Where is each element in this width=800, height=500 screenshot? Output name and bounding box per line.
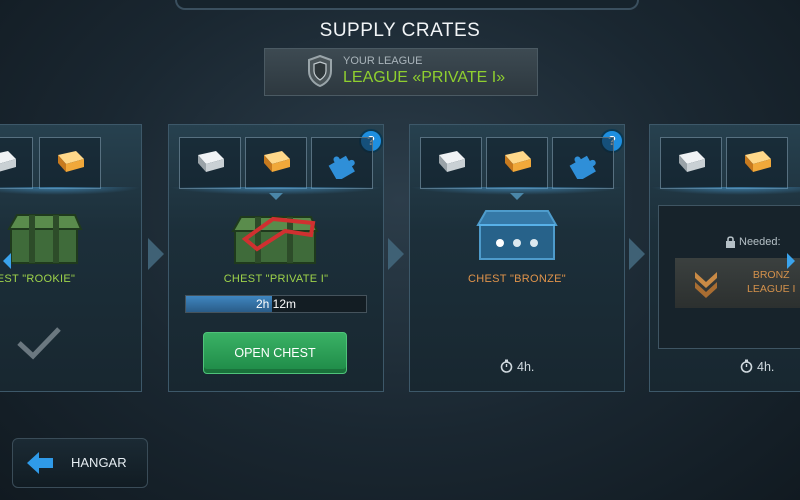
league-caption: YOUR LEAGUE — [343, 55, 423, 67]
league-badge: YOUR LEAGUE LEAGUE «PRIVATE I» — [264, 48, 538, 96]
unlock-duration: 4h. — [740, 359, 774, 374]
silver-ingot-icon — [679, 151, 705, 172]
duration-text: 4h. — [757, 360, 775, 374]
checkmark-icon — [17, 327, 61, 360]
progression-arrow-icon — [388, 238, 404, 270]
rank-chevron-icon — [695, 272, 717, 298]
required-league-line1: BRONZ — [752, 269, 790, 281]
card-glow — [0, 187, 141, 195]
stopwatch-icon — [740, 359, 753, 373]
chest-label: CHEST "BRONZE" — [468, 273, 566, 285]
scroll-left-icon[interactable] — [2, 252, 12, 270]
reward-slot[interactable] — [39, 137, 101, 189]
required-league-line2: LEAGUE I — [747, 283, 796, 295]
gold-ingot-icon — [58, 151, 84, 172]
gold-ingot-icon — [264, 151, 290, 172]
reward-slot[interactable] — [179, 137, 241, 189]
reward-slot[interactable] — [726, 137, 788, 189]
puzzle-piece-icon — [569, 155, 596, 179]
gold-ingot-icon — [505, 151, 531, 172]
selection-notch — [269, 193, 283, 200]
chest-label: CHEST "PRIVATE I" — [223, 273, 329, 285]
chest-label: EST "ROOKIE" — [0, 273, 76, 285]
shield-icon — [308, 55, 332, 87]
scroll-right-icon[interactable] — [786, 252, 796, 270]
reward-slot[interactable] — [420, 137, 482, 189]
lock-icon — [726, 236, 735, 248]
reward-slot[interactable] — [660, 137, 722, 189]
top-frame — [175, 0, 639, 10]
gold-ingot-icon — [745, 151, 771, 172]
silver-ingot-icon — [198, 151, 224, 172]
crate-card-locked[interactable]: Needed: BRONZ LEAGUE I 4h. — [649, 124, 800, 392]
silver-ingot-icon — [0, 151, 16, 172]
league-name: LEAGUE «PRIVATE I» — [343, 69, 506, 86]
hangar-label: HANGAR — [71, 455, 127, 470]
crate-card-rookie[interactable]: EST "ROOKIE" — [0, 124, 142, 392]
crate-card-bronze[interactable]: ? CHEST "BRONZE" 4h. — [409, 124, 625, 392]
timer-text: 2h 12m — [255, 297, 297, 311]
unlock-duration: 4h. — [500, 359, 534, 374]
open-chest-button[interactable]: OPEN CHEST — [203, 332, 347, 374]
progression-arrow-icon — [629, 238, 645, 270]
chest-image — [231, 216, 319, 264]
needed-text: Needed: — [739, 236, 781, 248]
reward-slot[interactable] — [552, 137, 614, 189]
reward-slot[interactable] — [245, 137, 307, 189]
card-glow — [650, 187, 800, 195]
league-lock-panel: Needed: BRONZ LEAGUE I — [658, 205, 800, 349]
duration-text: 4h. — [517, 360, 535, 374]
chest-hologram-image — [476, 210, 558, 260]
chest-image — [7, 214, 83, 264]
selection-notch — [510, 193, 524, 200]
open-timer-bar: 2h 12m — [185, 295, 367, 313]
reward-slot[interactable] — [0, 137, 33, 189]
progression-arrow-icon — [148, 238, 164, 270]
puzzle-piece-icon — [328, 155, 355, 179]
page-title: SUPPLY CRATES — [319, 20, 481, 41]
required-league-text: BRONZ LEAGUE I — [747, 268, 795, 296]
reward-slot[interactable] — [311, 137, 373, 189]
silver-ingot-icon — [439, 151, 465, 172]
stopwatch-icon — [500, 359, 513, 373]
reward-slot[interactable] — [486, 137, 548, 189]
back-arrow-icon — [27, 452, 53, 474]
required-league-badge: BRONZ LEAGUE I — [675, 258, 800, 308]
hangar-button[interactable]: HANGAR — [12, 438, 148, 488]
crate-card-private[interactable]: ? CHEST "PRIVATE I" 2h 12m OPEN CHEST — [168, 124, 384, 392]
